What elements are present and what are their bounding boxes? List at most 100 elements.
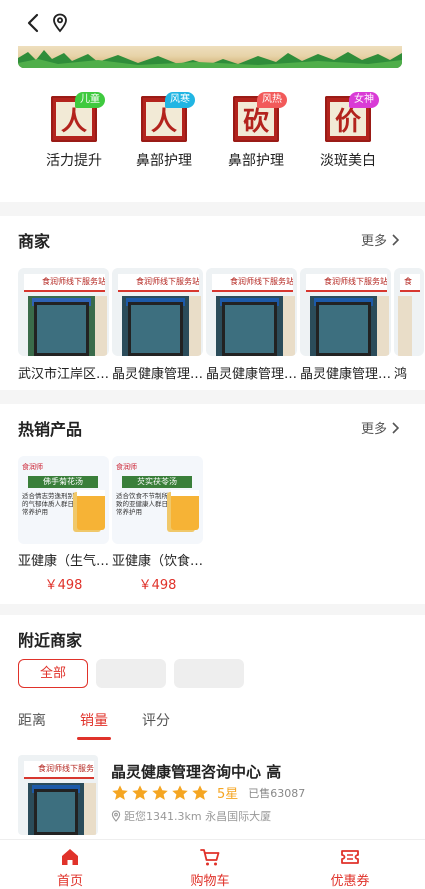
- sort-distance[interactable]: 距离: [18, 710, 46, 730]
- hero-area: 人 儿童 活力提升 人 风寒 鼻部护理 砍 风热 鼻部护理 价 女神 淡斑美白: [0, 32, 425, 202]
- product-price: ￥498: [44, 578, 83, 593]
- category-label: 活力提升: [46, 153, 102, 169]
- category-tag: 女神: [349, 92, 379, 108]
- merchant-photo: 食润师线下服务站: [206, 268, 297, 356]
- brand-logo: 食润师: [116, 463, 137, 471]
- category-tag: 儿童: [75, 92, 105, 108]
- storefront-sign: 食润师线下服务站: [306, 274, 387, 292]
- storefront-sign: 食润师线下服务站: [24, 274, 105, 292]
- merchant-card[interactable]: 食 鸿: [394, 268, 424, 382]
- merchant-name: 鸿: [394, 367, 408, 382]
- tab-label: 购物车: [190, 874, 230, 889]
- merchant-card[interactable]: 食润师线下服务站 晶灵健康管理…: [300, 268, 391, 382]
- product-card[interactable]: 食润师 芡实茯苓汤 适合饮食不节制所致的亚健康人群日常养护用 亚健康（饮食… ￥…: [112, 456, 203, 593]
- tab-coupon[interactable]: 优惠券: [310, 846, 390, 889]
- category-tile: 砍 风热: [233, 92, 287, 142]
- sold-count: 已售63087: [248, 786, 306, 800]
- grass-decoration: [18, 50, 402, 68]
- merchant-photo: 食润师线下服务站: [18, 268, 109, 356]
- coupon-icon: [341, 850, 359, 864]
- nearby-section: 附近商家 全部 距离 销量 评分 食润师线下服务站 晶灵健康管理咨询中心 高 5…: [0, 615, 425, 845]
- category-item[interactable]: 价 女神 淡斑美白: [302, 92, 394, 170]
- category-label: 鼻部护理: [136, 153, 192, 169]
- hot-more-link[interactable]: 更多: [361, 418, 399, 437]
- bottom-tab-bar: 首页 购物车 优惠券: [0, 839, 425, 889]
- product-image: 食润师 芡实茯苓汤 适合饮食不节制所致的亚健康人群日常养护用: [112, 456, 203, 544]
- category-label: 鼻部护理: [228, 153, 284, 169]
- tab-label: 首页: [56, 874, 83, 889]
- category-tag: 风寒: [165, 92, 195, 108]
- merchant-name: 晶灵健康管理…: [300, 367, 391, 382]
- nearby-shop-card[interactable]: 食润师线下服务站 晶灵健康管理咨询中心 高 5星 已售63087 距您1341.…: [18, 755, 408, 835]
- category-tile: 人 风寒: [141, 92, 195, 142]
- category-row: 人 儿童 活力提升 人 风寒 鼻部护理 砍 风热 鼻部护理 价 女神 淡斑美白: [0, 92, 425, 176]
- product-jar: [77, 490, 105, 530]
- storefront-sign: 食: [400, 274, 420, 292]
- category-tag: 风热: [257, 92, 287, 108]
- merchant-list: 食润师线下服务站 武汉市江岸区… 食润师线下服务站 晶灵健康管理… 食润师线下服…: [18, 268, 425, 382]
- section-title: 热销产品: [18, 420, 83, 439]
- product-image-desc: 适合情志劳逸刑别的气郁体质人群日常养护用: [22, 492, 74, 516]
- chevron-left-icon[interactable]: [24, 12, 42, 34]
- shop-name: 晶灵健康管理咨询中心 高: [111, 763, 282, 781]
- brand-logo: 食润师: [22, 463, 43, 471]
- product-jar: [171, 490, 199, 530]
- product-name: 亚健康（生气…: [18, 554, 109, 569]
- storefront: [28, 296, 95, 356]
- product-price: ￥498: [138, 578, 177, 593]
- product-image: 食润师 佛手菊花汤 适合情志劳逸刑别的气郁体质人群日常养护用: [18, 456, 109, 544]
- product-image-title: 佛手菊花汤: [28, 476, 98, 488]
- storefront-sign: 食润师线下服务站: [24, 761, 94, 779]
- merchant-name: 武汉市江岸区…: [18, 367, 109, 382]
- product-card[interactable]: 食润师 佛手菊花汤 适合情志劳逸刑别的气郁体质人群日常养护用 亚健康（生气… ￥…: [18, 456, 109, 593]
- shop-photo: 食润师线下服务站: [18, 755, 98, 835]
- product-image-title: 芡实茯苓汤: [122, 476, 192, 488]
- merchant-card[interactable]: 食润师线下服务站 晶灵健康管理…: [206, 268, 297, 382]
- merchant-card[interactable]: 食润师线下服务站 武汉市江岸区…: [18, 268, 109, 382]
- hot-products-section: 热销产品 更多 食润师 佛手菊花汤 适合情志劳逸刑别的气郁体质人群日常养护用 亚…: [0, 404, 425, 604]
- filter-chip[interactable]: [96, 659, 166, 688]
- tab-label: 优惠券: [330, 874, 370, 889]
- merchant-photo: 食润师线下服务站: [112, 268, 203, 356]
- storefront: [310, 296, 377, 356]
- more-label: 更多: [360, 422, 387, 437]
- category-item[interactable]: 人 儿童 活力提升: [28, 92, 120, 170]
- top-bar: [0, 0, 425, 46]
- section-title: 附近商家: [18, 631, 83, 650]
- sort-tabs: 距离 销量 评分: [18, 710, 170, 740]
- storefront: [122, 296, 189, 356]
- filter-chip-all[interactable]: 全部: [18, 659, 88, 688]
- star-icon: [192, 784, 208, 800]
- product-list: 食润师 佛手菊花汤 适合情志劳逸刑别的气郁体质人群日常养护用 亚健康（生气… ￥…: [18, 456, 425, 593]
- tab-cart[interactable]: 购物车: [170, 846, 250, 889]
- shop-distance: 距您1341.3km 永昌国际大厦: [111, 808, 271, 824]
- section-title: 商家: [18, 232, 51, 251]
- tab-home[interactable]: 首页: [30, 846, 110, 889]
- sort-sales[interactable]: 销量: [77, 710, 111, 740]
- category-item[interactable]: 砍 风热 鼻部护理: [210, 92, 302, 170]
- location-pin-icon: [111, 810, 121, 822]
- star-icon: [152, 784, 168, 800]
- home-icon: [62, 849, 78, 865]
- location-pin-icon[interactable]: [52, 13, 68, 33]
- chevron-right-icon: [392, 421, 399, 434]
- merchants-more-link[interactable]: 更多: [361, 230, 399, 249]
- storefront-sign: 食润师线下服务站: [118, 274, 199, 292]
- star-icon: [112, 784, 128, 800]
- shop-rating: 5星 已售63087: [111, 783, 305, 802]
- cart-icon: [200, 849, 220, 866]
- star-icon: [132, 784, 148, 800]
- sort-rating[interactable]: 评分: [142, 710, 170, 730]
- chevron-right-icon: [392, 233, 399, 246]
- star-icon: [172, 784, 188, 800]
- rating-text: 5星: [217, 787, 239, 802]
- category-tile: 价 女神: [325, 92, 379, 142]
- merchant-name: 晶灵健康管理…: [112, 367, 203, 382]
- distance-text: 距您1341.3km 永昌国际大厦: [124, 810, 272, 823]
- merchant-photo: 食: [394, 268, 424, 356]
- merchant-card[interactable]: 食润师线下服务站 晶灵健康管理…: [112, 268, 203, 382]
- category-item[interactable]: 人 风寒 鼻部护理: [118, 92, 210, 170]
- filter-chip[interactable]: [174, 659, 244, 688]
- storefront: [216, 296, 283, 356]
- category-label: 淡斑美白: [320, 153, 376, 169]
